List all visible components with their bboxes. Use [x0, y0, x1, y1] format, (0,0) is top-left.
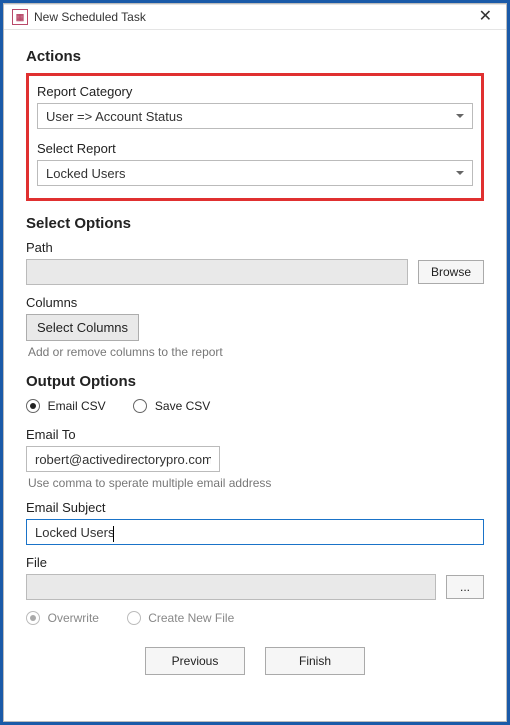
report-category-value: User => Account Status	[46, 109, 183, 124]
chevron-down-icon	[456, 171, 464, 175]
save-csv-label[interactable]: Save CSV	[155, 399, 210, 413]
file-label: File	[26, 555, 484, 570]
report-category-label: Report Category	[37, 84, 473, 99]
app-icon: ▦	[12, 9, 28, 25]
overwrite-label: Overwrite	[48, 611, 99, 625]
email-subject-label: Email Subject	[26, 500, 484, 515]
file-browse-button[interactable]: ...	[446, 575, 484, 599]
content-area: Actions Report Category User => Account …	[4, 30, 506, 721]
select-columns-button[interactable]: Select Columns	[26, 314, 139, 341]
finish-button[interactable]: Finish	[265, 647, 365, 675]
previous-button[interactable]: Previous	[145, 647, 245, 675]
email-subject-value: Locked Users	[35, 525, 114, 540]
save-csv-radio[interactable]	[133, 399, 147, 413]
chevron-down-icon	[456, 114, 464, 118]
overwrite-radio	[26, 611, 40, 625]
outer-frame: ▦ New Scheduled Task ✕ Actions Report Ca…	[0, 0, 510, 725]
create-new-file-radio	[127, 611, 141, 625]
select-report-value: Locked Users	[46, 166, 125, 181]
select-report-label: Select Report	[37, 141, 473, 156]
path-input	[26, 259, 408, 285]
file-input	[26, 574, 436, 600]
email-subject-input[interactable]: Locked Users	[26, 519, 484, 545]
actions-heading: Actions	[26, 48, 484, 65]
close-icon[interactable]: ✕	[475, 9, 496, 25]
email-to-input[interactable]	[26, 446, 220, 472]
footer-nav: Previous Finish	[26, 635, 484, 691]
email-to-hint: Use comma to sperate multiple email addr…	[28, 476, 484, 490]
email-csv-radio[interactable]	[26, 399, 40, 413]
browse-button[interactable]: Browse	[418, 260, 484, 284]
select-report-select[interactable]: Locked Users	[37, 160, 473, 186]
actions-highlight-box: Report Category User => Account Status S…	[26, 73, 484, 201]
create-new-file-label: Create New File	[148, 611, 234, 625]
select-options-heading: Select Options	[26, 215, 484, 232]
report-category-select[interactable]: User => Account Status	[37, 103, 473, 129]
output-options-heading: Output Options	[26, 373, 484, 390]
titlebar: ▦ New Scheduled Task ✕	[4, 4, 506, 30]
columns-label: Columns	[26, 295, 484, 310]
window-title: New Scheduled Task	[34, 10, 475, 24]
dialog: ▦ New Scheduled Task ✕ Actions Report Ca…	[3, 3, 507, 722]
path-label: Path	[26, 240, 484, 255]
email-csv-label[interactable]: Email CSV	[48, 399, 106, 413]
email-to-label: Email To	[26, 427, 484, 442]
columns-hint: Add or remove columns to the report	[28, 345, 484, 359]
